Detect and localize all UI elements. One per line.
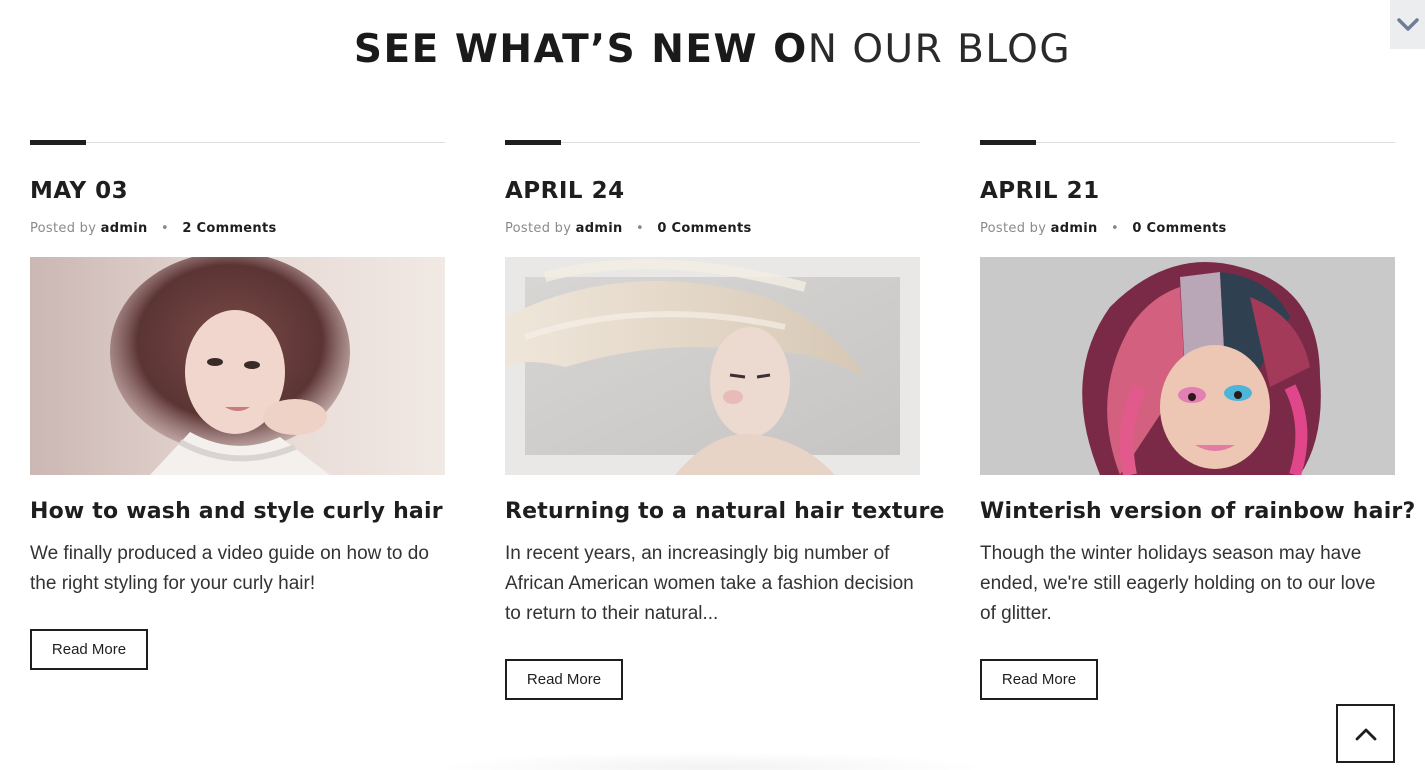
post-meta: Posted by admin • 0 Comments xyxy=(980,221,1395,237)
post-date: APRIL 24 xyxy=(505,178,625,204)
back-to-top-button[interactable] xyxy=(1336,704,1395,763)
blog-post-card: APRIL 24 Posted by admin • 0 Comments Re… xyxy=(505,140,944,700)
post-date: MAY 03 xyxy=(30,178,129,204)
portrait-curly-hair-image xyxy=(30,257,445,475)
section-title-light: N OUR BLOG xyxy=(807,27,1072,72)
read-more-button[interactable]: Read More xyxy=(980,659,1098,700)
blog-post-card: MAY 03 Posted by admin • 2 Comments How … xyxy=(30,140,445,670)
post-author-link[interactable]: admin xyxy=(1051,221,1098,236)
meta-separator: • xyxy=(1110,221,1119,236)
post-comments-link[interactable]: 0 Comments xyxy=(657,221,751,236)
meta-separator: • xyxy=(160,221,169,236)
post-title-link[interactable]: Winterish version of rainbow hair? xyxy=(980,497,1415,527)
post-meta: Posted by admin • 0 Comments xyxy=(505,221,920,237)
post-meta: Posted by admin • 2 Comments xyxy=(30,221,445,237)
post-comments-link[interactable]: 2 Comments xyxy=(182,221,276,236)
posted-by-label: Posted by xyxy=(980,221,1047,236)
blog-post-card: APRIL 21 Posted by admin • 0 Comments Wi… xyxy=(980,140,1415,700)
post-title-link[interactable]: Returning to a natural hair texture xyxy=(505,497,944,527)
section-title-bold: SEE WHAT’S NEW O xyxy=(353,27,808,72)
post-excerpt: In recent years, an increasingly big num… xyxy=(505,543,914,624)
posted-by-label: Posted by xyxy=(30,221,97,236)
posted-by-label: Posted by xyxy=(505,221,572,236)
read-more-button[interactable]: Read More xyxy=(505,659,623,700)
post-excerpt: We finally produced a video guide on how… xyxy=(30,543,429,594)
chevron-up-icon xyxy=(1355,728,1376,740)
post-excerpt: Though the winter holidays season may ha… xyxy=(980,543,1376,624)
read-more-button[interactable]: Read More xyxy=(30,629,148,670)
bottom-shadow xyxy=(430,752,990,770)
meta-separator: • xyxy=(635,221,644,236)
post-author-link[interactable]: admin xyxy=(576,221,623,236)
post-author-link[interactable]: admin xyxy=(101,221,148,236)
post-divider xyxy=(980,140,1395,146)
post-image[interactable] xyxy=(980,257,1395,475)
portrait-blonde-hair-image xyxy=(505,257,920,475)
section-title: SEE WHAT’S NEW ON OUR BLOG xyxy=(0,28,1425,72)
post-divider xyxy=(30,140,445,146)
corner-toggle-button[interactable] xyxy=(1390,0,1425,49)
chevron-down-icon xyxy=(1396,17,1419,31)
post-date: APRIL 21 xyxy=(980,178,1100,204)
post-divider xyxy=(505,140,920,146)
post-title-link[interactable]: How to wash and style curly hair xyxy=(30,497,445,527)
post-comments-link[interactable]: 0 Comments xyxy=(1132,221,1226,236)
post-image[interactable] xyxy=(505,257,920,475)
post-image[interactable] xyxy=(30,257,445,475)
portrait-rainbow-hair-image xyxy=(980,257,1395,475)
